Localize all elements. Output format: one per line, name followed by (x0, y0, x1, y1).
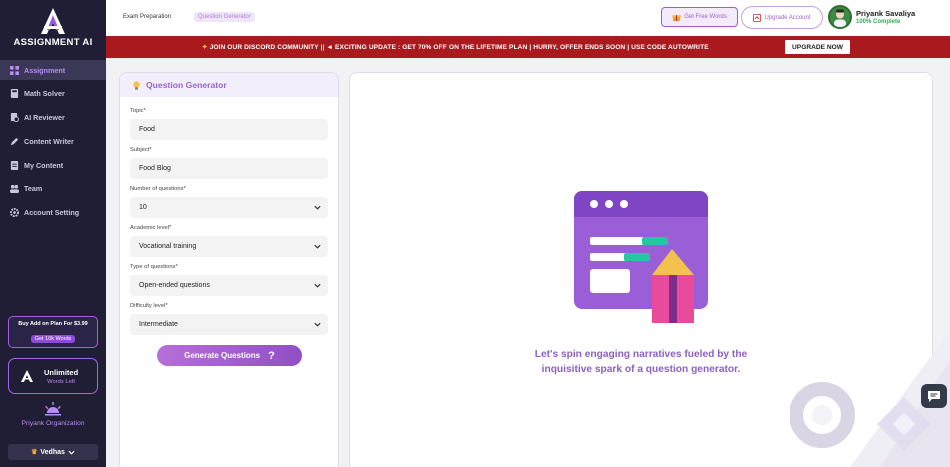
sidebar-item-label: My Content (24, 160, 64, 170)
form-header: Question Generator (120, 73, 338, 97)
question-type-value: Open-ended questions (139, 282, 210, 289)
difficulty-level-value: Intermediate (139, 321, 178, 328)
chevron-down-icon (314, 322, 321, 327)
number-of-questions-value: 10 (139, 204, 147, 211)
calculator-icon (10, 89, 19, 99)
number-of-questions-select[interactable]: 10 (130, 197, 328, 218)
academic-level-label: Academic level* (130, 225, 172, 231)
subject-label: Subject* (130, 147, 152, 153)
academic-level-value: Vocational training (139, 243, 197, 250)
banner-message: JOIN OUR DISCORD COMMUNITY || ◄ EXCITING… (209, 44, 709, 51)
upgrade-label: Upgrade Account (764, 14, 811, 21)
sidebar-item-account-setting[interactable]: Account Setting (0, 203, 106, 223)
question-illustration (574, 191, 708, 323)
sidebar-item-my-content[interactable]: My Content (0, 155, 106, 175)
sidebar-item-label: AI Reviewer (24, 113, 65, 123)
workspace-selector[interactable]: ♛ Vedhas (8, 444, 98, 460)
sidebar: ASSIGNMENT AI Assignment Math Solver AI … (0, 0, 106, 467)
addon-title: Buy Add on Plan For $3.99 (18, 321, 88, 327)
free-words-label: Get Free Words (684, 14, 727, 20)
upgrade-now-button[interactable]: UPGRADE NOW (785, 40, 850, 54)
difficulty-level-select[interactable]: Intermediate (130, 314, 328, 335)
upgrade-account-button[interactable]: Upgrade Account (741, 6, 823, 29)
user-photo-icon (834, 9, 846, 27)
sidebar-item-label: Team (24, 184, 43, 194)
sidebar-item-ai-reviewer[interactable]: AI Reviewer (0, 108, 106, 128)
chevron-down-icon (314, 244, 321, 249)
plan-name: Unlimited (44, 367, 79, 377)
upgrade-icon (753, 13, 762, 22)
avatar[interactable] (828, 5, 852, 29)
profile-status: 100% Complete (856, 19, 901, 25)
team-icon (10, 185, 19, 194)
empty-state-message: Let's spin engaging narratives fueled by… (534, 349, 748, 375)
chevron-down-icon (314, 205, 321, 210)
words-left-card: Unlimited Words Left (8, 358, 98, 394)
topic-input[interactable]: Food (130, 119, 328, 140)
question-form-panel: Question Generator Topic* Food Subject* … (119, 72, 339, 467)
academic-level-select[interactable]: Vocational training (130, 236, 328, 257)
crown-icon: ♛ (31, 449, 38, 456)
question-type-select[interactable]: Open-ended questions (130, 275, 328, 296)
breadcrumb-question-generator[interactable]: Question Generator (194, 12, 255, 22)
breadcrumb-exam-preparation[interactable]: Exam Preparation (123, 12, 171, 22)
sidebar-item-label: Content Writer (24, 136, 74, 146)
difficulty-level-label: Difficulty level* (130, 303, 168, 309)
grid-icon (10, 65, 19, 75)
topic-label: Topic* (130, 108, 146, 114)
get-free-words-button[interactable]: Get Free Words (661, 7, 738, 27)
topic-value: Food (139, 126, 155, 133)
sunrise-icon (45, 402, 61, 416)
sidebar-item-content-writer[interactable]: Content Writer (0, 131, 106, 151)
document-icon (10, 160, 19, 170)
review-icon (10, 113, 19, 123)
sidebar-item-assignment[interactable]: Assignment (0, 60, 106, 80)
form-title: Question Generator (146, 80, 227, 90)
sidebar-item-label: Account Setting (24, 208, 80, 218)
question-type-label: Type of questions* (130, 264, 178, 270)
pen-icon (10, 137, 19, 145)
brand-name: ASSIGNMENT AI (13, 37, 93, 48)
chat-support-button[interactable] (921, 384, 947, 408)
user-name[interactable]: Priyank Savaliya (856, 9, 915, 18)
organization-name[interactable]: Priyank Organization (0, 420, 106, 427)
chevron-down-icon (314, 283, 321, 288)
generate-label: Generate Questions (184, 351, 261, 360)
sidebar-item-team[interactable]: Team (0, 179, 106, 199)
number-of-questions-label: Number of questions* (130, 186, 186, 192)
brand-logo[interactable]: ASSIGNMENT AI (0, 6, 106, 48)
chat-icon (928, 390, 940, 402)
addon-plan-card[interactable]: Buy Add on Plan For $3.99 Get 10k Words (8, 316, 98, 348)
question-mark-icon: ? (268, 349, 275, 362)
top-header: Exam Preparation Question Generator Get … (106, 0, 950, 36)
logo-icon (41, 8, 65, 34)
sidebar-nav: Assignment Math Solver AI Reviewer Conte… (0, 60, 106, 227)
subject-input[interactable]: Food Blog (130, 158, 328, 179)
party-icon: ✦ (202, 44, 210, 51)
sidebar-item-label: Assignment (24, 65, 66, 75)
subject-value: Food Blog (139, 165, 171, 172)
sidebar-item-label: Math Solver (24, 89, 65, 99)
promo-banner: ✦ JOIN OUR DISCORD COMMUNITY || ◄ EXCITI… (106, 36, 950, 58)
sidebar-item-math-solver[interactable]: Math Solver (0, 84, 106, 104)
brand-mark-icon (21, 370, 33, 382)
lightbulb-icon (133, 80, 140, 90)
banner-text: ✦ JOIN OUR DISCORD COMMUNITY || ◄ EXCITI… (202, 43, 709, 51)
get-words-button[interactable]: Get 10k Words (30, 335, 76, 343)
gift-icon (672, 14, 682, 21)
chevron-down-icon (68, 450, 75, 455)
generate-questions-button[interactable]: Generate Questions ? (157, 345, 302, 366)
workspace-name: Vedhas (40, 448, 65, 456)
gear-icon (10, 208, 19, 218)
words-left-label: Words Left (47, 378, 76, 385)
